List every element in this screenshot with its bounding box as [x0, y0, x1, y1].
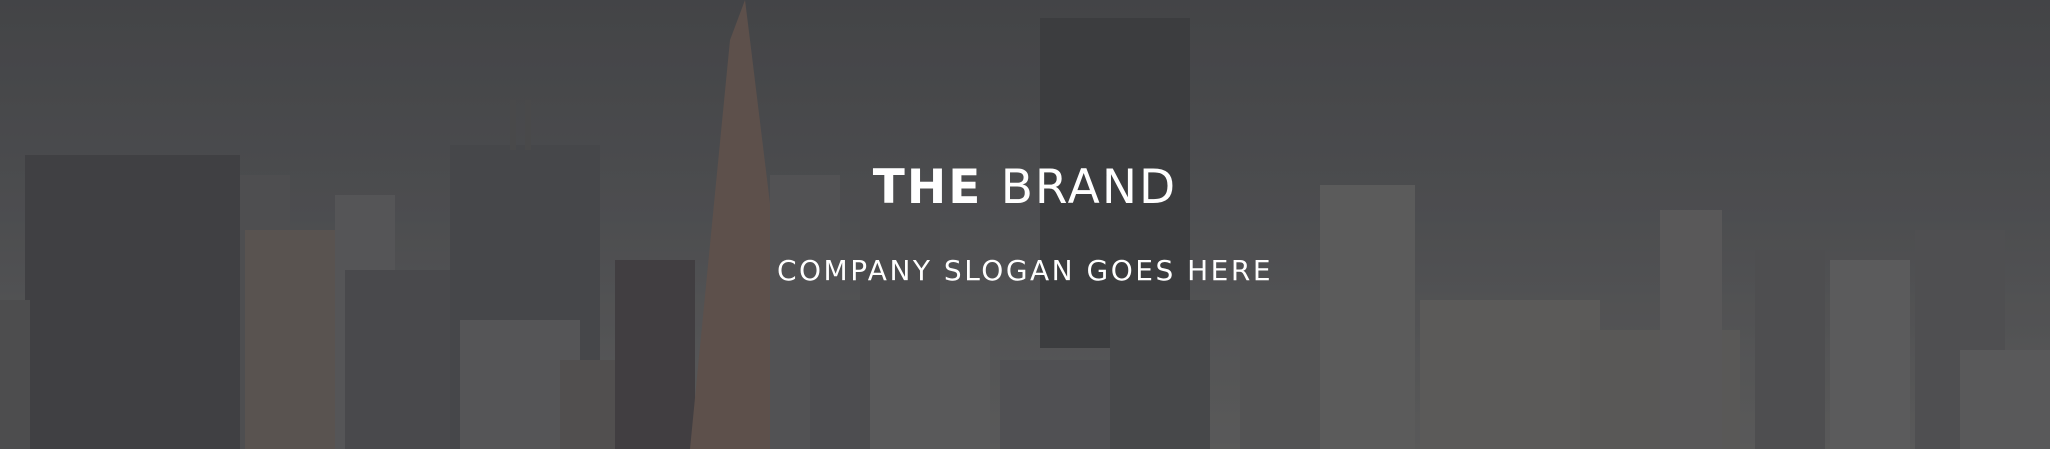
brand-title-light: BRAND [1000, 160, 1178, 215]
hero-banner: THE BRAND COMPANY SLOGAN GOES HERE [0, 0, 2050, 449]
company-slogan: COMPANY SLOGAN GOES HERE [776, 254, 1274, 287]
brand-title: THE BRAND [0, 160, 2050, 216]
hero-content: THE BRAND COMPANY SLOGAN GOES HERE [0, 160, 2050, 287]
brand-title-bold: THE [872, 160, 983, 215]
